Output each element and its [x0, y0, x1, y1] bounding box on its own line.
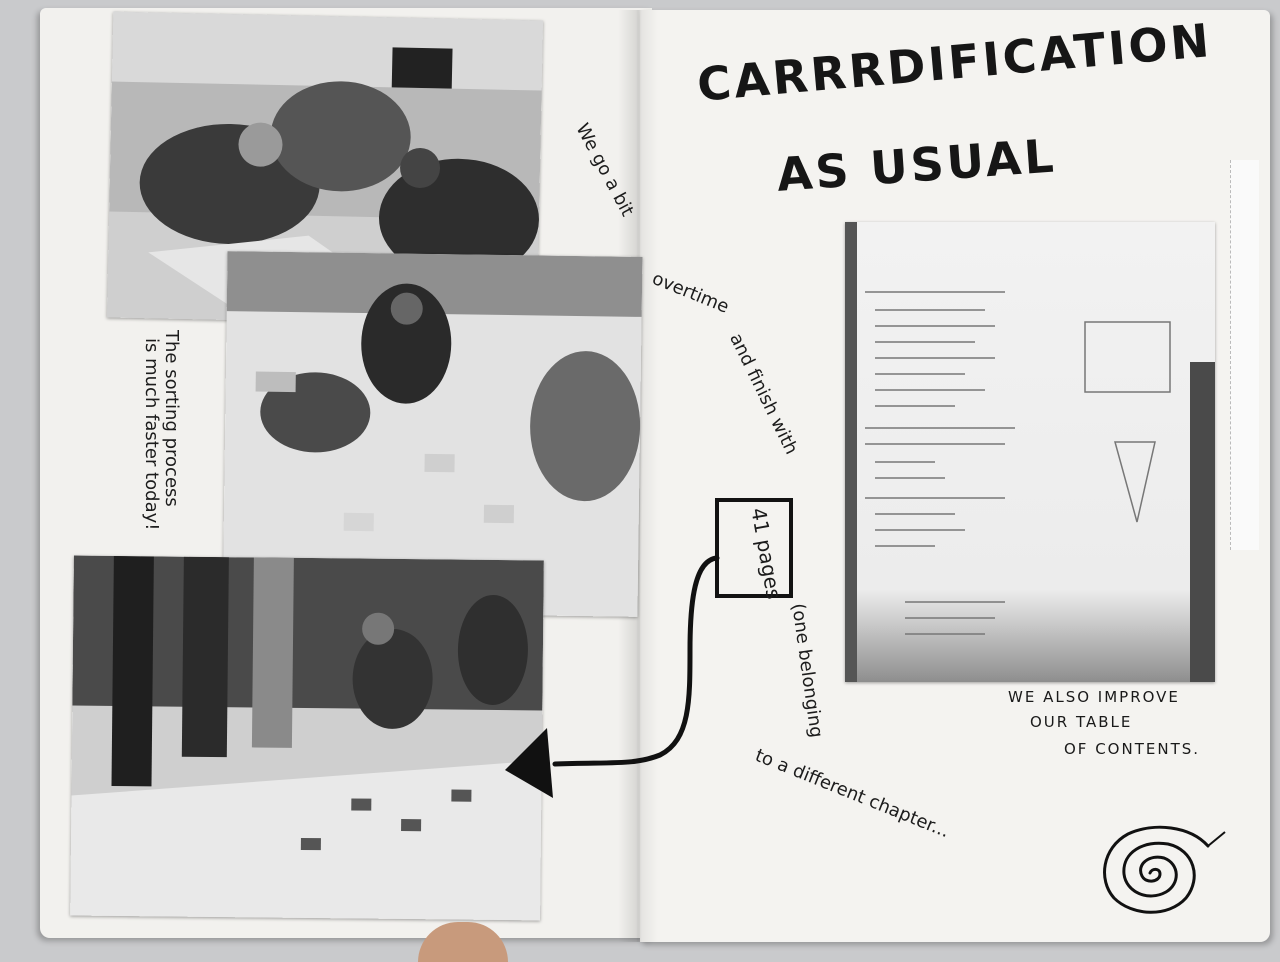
arrow-to-photo: [505, 555, 720, 798]
note-sorting-faster-line-2: is much faster today!: [141, 338, 162, 531]
note-sorting-faster-line-1: The sorting process: [161, 330, 182, 507]
note-table-of-contents-line-1: WE ALSO IMPROVE: [1008, 688, 1180, 706]
note-table-of-contents-line-2: OUR TABLE: [1030, 713, 1133, 731]
photo-people-standing-around-cards: [70, 555, 544, 921]
arrow-line: [552, 555, 720, 767]
arrow-head-icon: [505, 728, 553, 798]
photo-table-of-contents-sheet: [845, 222, 1215, 682]
note-table-of-contents-line-3: OF CONTENTS.: [1064, 740, 1201, 758]
zine-spread-photo: CARRRDIFICATION AS USUAL The sorting pro…: [0, 0, 1280, 962]
spiral-doodle-icon: [1103, 825, 1226, 914]
photo-table-of-contents-sheet-image: [845, 222, 1215, 682]
page-edge-right: [1230, 160, 1259, 550]
photo-people-standing-around-cards-image: [70, 555, 544, 921]
